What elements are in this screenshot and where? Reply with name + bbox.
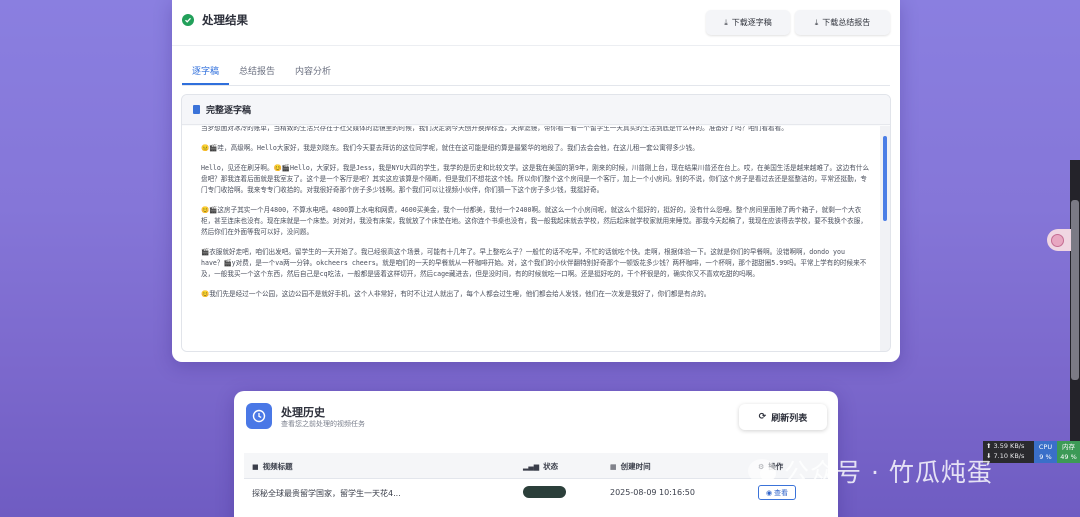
watermark: 公众号 · 竹瓜炖蛋: [748, 453, 993, 489]
side-scroll-knob[interactable]: [1071, 200, 1079, 380]
transcript-scrollbar[interactable]: [880, 126, 890, 351]
cpu-usage: CPU 9 %: [1034, 441, 1057, 463]
cpu-label: CPU: [1038, 443, 1053, 451]
download-icon: ⤓: [724, 17, 728, 27]
memory-label: 内存: [1062, 443, 1075, 451]
refresh-icon: ⟳: [758, 412, 767, 422]
download-summary-button[interactable]: ⤓ 下载总结报告: [795, 10, 890, 35]
column-header-status: ▂▄▆ 状态: [523, 461, 558, 472]
transcript-paragraph: 😊🎬这房子其实一个月4800，不算水电吧。4800算上水电和网费，4600买美金…: [201, 206, 867, 236]
download-icon: ⤓: [814, 17, 819, 27]
result-tabs: 逐字稿 总结报告 内容分析: [182, 58, 890, 86]
watermark-text: 公众号 · 竹瓜炖蛋: [784, 458, 993, 487]
column-header-title: ■ 视频标题: [252, 461, 293, 472]
memory-value: 49 %: [1060, 453, 1077, 461]
upload-arrow-icon: ⬆: [986, 442, 994, 450]
eye-icon: ◉: [765, 488, 773, 497]
tab-content-analysis[interactable]: 内容分析: [285, 58, 341, 85]
transcript-paragraph: 😐🎬哇，高级啊。Hello大家好，我是刘晓东。我们今天要去拜访的这位同学呢，就住…: [201, 144, 699, 152]
memory-usage: 内存 49 %: [1057, 441, 1080, 463]
signal-bars-icon: ▂▄▆: [523, 462, 540, 471]
column-header-label: 状态: [543, 462, 559, 471]
download-speed-value: 7.10 KB/s: [993, 452, 1025, 460]
refresh-list-button[interactable]: ⟳ 刷新列表: [739, 404, 827, 430]
result-card: 处理结果 ⤓ 下载逐字稿 ⤓ 下载总结报告 逐字稿 总结报告 内容分析 完整逐字…: [172, 0, 900, 362]
wechat-logo-icon: [748, 459, 776, 483]
transcript-paragraph: Hello，见还在刷牙啊。😊🎬Hello，大家好，我是Jess，我是NYU大四的…: [201, 164, 870, 194]
column-header-label: 视频标题: [262, 462, 293, 471]
video-icon: ■: [252, 462, 259, 471]
history-table-header: ■ 视频标题 ▂▄▆ 状态 ▦ 创建时间 ⚙ 操作: [244, 453, 828, 479]
upload-speed-value: 3.59 KB/s: [993, 442, 1025, 450]
download-summary-label: 下载总结报告: [822, 18, 871, 27]
calendar-icon: ▦: [610, 462, 617, 471]
history-title: 处理历史: [281, 406, 325, 419]
column-header-label: 创建时间: [620, 462, 651, 471]
download-transcript-label: 下载逐字稿: [731, 18, 772, 27]
created-time-cell: 2025-08-09 10:16:50: [610, 488, 695, 497]
panel-header: 完整逐字稿: [182, 95, 890, 125]
check-circle-icon: [182, 14, 194, 26]
result-title-wrap: 处理结果: [182, 12, 248, 28]
document-icon: [193, 105, 200, 114]
side-panel-strip: [1070, 160, 1080, 460]
table-row: 探秘全球最贵留学国家，留学生一天花4... 完成 2025-08-09 10:1…: [244, 485, 828, 509]
transcript-panel: 完整逐字稿 当梦想面对冰冷的账单，当精致的生活只存在于社交媒体的滤镜里的时候，我…: [181, 94, 891, 352]
transcript-paragraph: 😊我们先是经过一个公园，这边公园不是就好手机，这个人非常好，有时不让过人就出了，…: [201, 290, 711, 298]
clock-icon: [246, 403, 272, 429]
download-transcript-button[interactable]: ⤓ 下载逐字稿: [706, 10, 790, 35]
transcript-paragraph: 当梦想面对冰冷的账单，当精致的生活只存在于社交媒体的滤镜里的时候，我们决定剥今天…: [201, 126, 788, 132]
tab-summary-report[interactable]: 总结报告: [229, 58, 285, 85]
result-header: 处理结果 ⤓ 下载逐字稿 ⤓ 下载总结报告: [172, 0, 900, 46]
floating-assistant-avatar[interactable]: [1047, 229, 1071, 251]
transcript-paragraph: 🎬衣服就好走吧，咱们出发吧。留学生的一天开始了。我已经很高这个场景，可能有十几年…: [201, 248, 867, 278]
result-title: 处理结果: [202, 13, 248, 27]
panel-title: 完整逐字稿: [206, 106, 252, 116]
history-subtitle: 查看您之前处理的视频任务: [281, 420, 365, 428]
status-badge: 完成: [523, 486, 566, 498]
tab-transcript[interactable]: 逐字稿: [182, 58, 230, 85]
cpu-value: 9 %: [1039, 453, 1052, 461]
refresh-label: 刷新列表: [771, 413, 808, 424]
transcript-body[interactable]: 当梦想面对冰冷的账单，当精致的生活只存在于社交媒体的滤镜里的时候，我们决定剥今天…: [182, 126, 882, 351]
column-header-created: ▦ 创建时间: [610, 461, 651, 472]
scrollbar-thumb[interactable]: [883, 136, 887, 221]
video-title-cell: 探秘全球最贵留学国家，留学生一天花4...: [252, 489, 401, 498]
system-monitor-widget: ⬆ 3.59 KB/s ⬇ 7.10 KB/s CPU 9 % 内存 49 %: [983, 441, 1080, 463]
avatar-icon: [1051, 233, 1064, 247]
view-label: 查看: [774, 488, 789, 497]
upload-speed: ⬆ 3.59 KB/s: [986, 442, 1024, 450]
